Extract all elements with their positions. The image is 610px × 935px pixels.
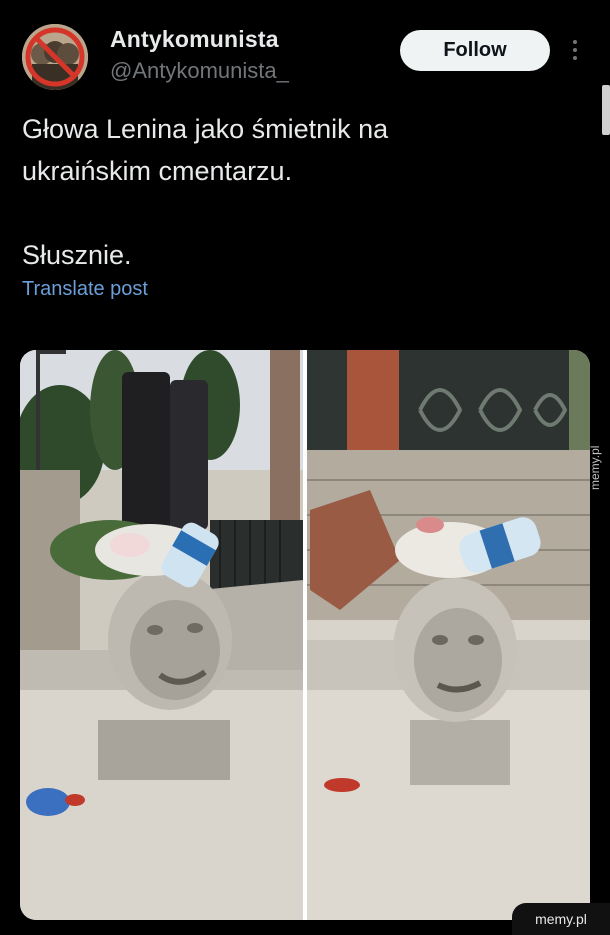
post-photo <box>20 350 590 920</box>
author-handle[interactable]: @Antykomunista_ <box>110 58 289 84</box>
author-name[interactable]: Antykomunista <box>110 26 279 53</box>
translate-post-link[interactable]: Translate post <box>22 278 148 301</box>
watermark-corner: memy.pl <box>512 903 610 935</box>
watermark-side: memy.pl <box>588 445 602 490</box>
avatar-icon <box>22 24 88 90</box>
right-photo <box>307 350 590 920</box>
post-media[interactable] <box>20 350 590 920</box>
more-options-icon[interactable] <box>566 36 584 66</box>
avatar[interactable] <box>22 24 88 90</box>
post-text: Głowa Lenina jako śmietnik na ukraińskim… <box>22 114 389 270</box>
tweet-page: Antykomunista @Antykomunista_ Follow Gło… <box>0 0 610 935</box>
left-photo <box>20 350 303 920</box>
scrollbar-thumb[interactable] <box>602 85 610 135</box>
follow-button[interactable]: Follow <box>400 30 550 71</box>
